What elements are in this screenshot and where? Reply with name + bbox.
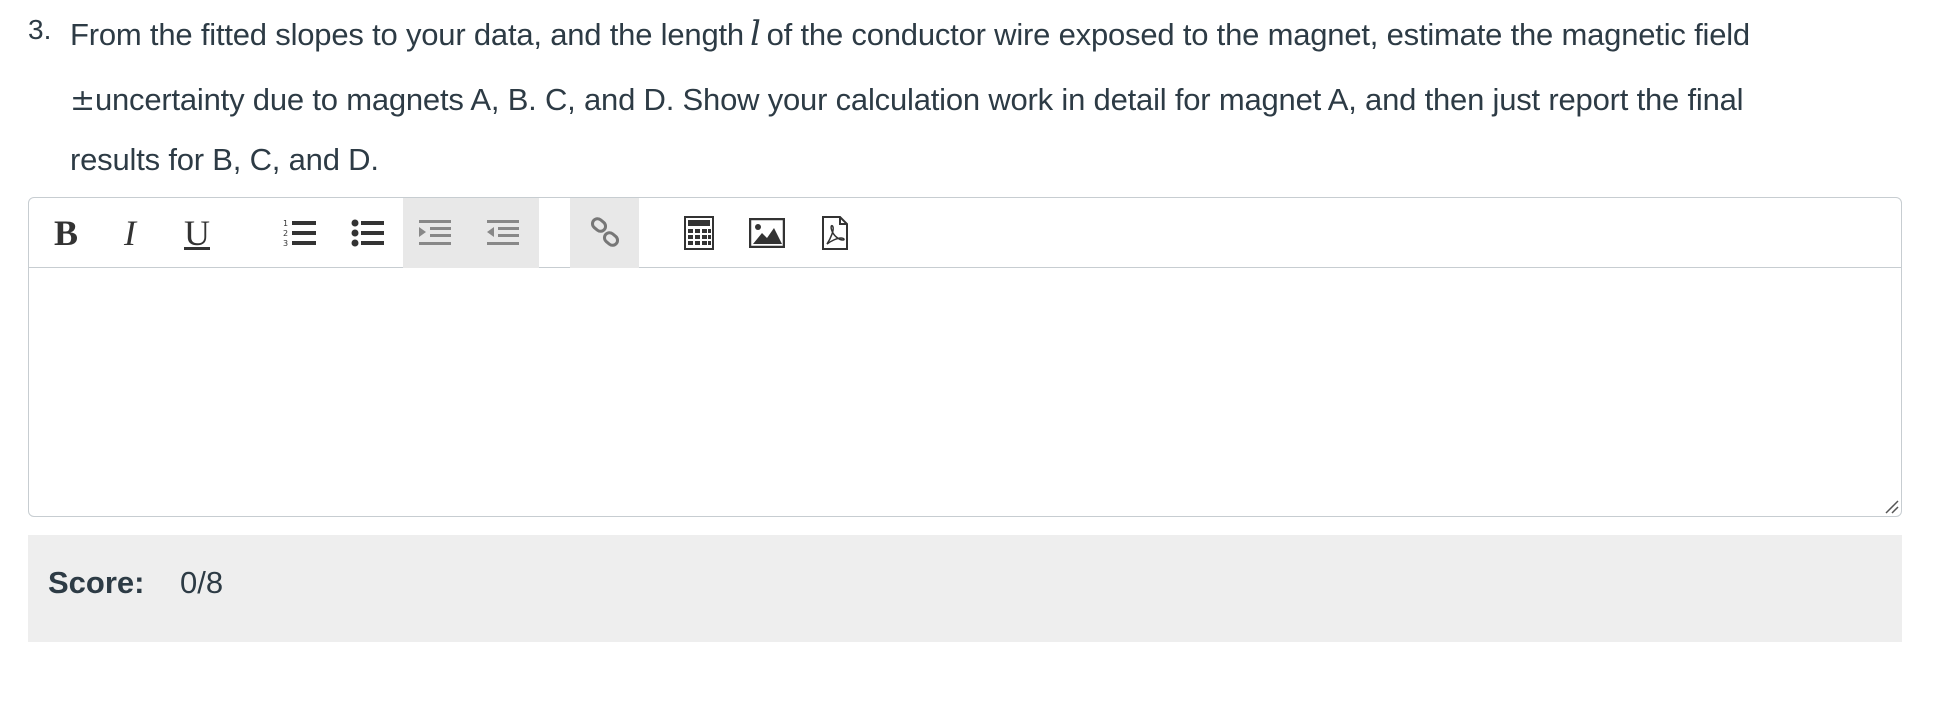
score-label: Score:: [48, 565, 145, 600]
question-text-part: of the conductor wire exposed to the mag…: [766, 17, 1751, 52]
score-bar: Score: 0/8: [28, 535, 1902, 642]
bullet-list-icon: [351, 219, 384, 247]
bold-button[interactable]: B: [41, 208, 91, 258]
svg-text:3: 3: [283, 239, 288, 248]
editor-toolbar: B I U 1 2 3: [29, 198, 1901, 268]
bullet-list-button[interactable]: [343, 208, 393, 258]
score-value: 0/8: [180, 565, 224, 600]
link-icon: [590, 217, 620, 247]
calculator-icon: [684, 216, 714, 250]
numbered-list-icon: 1 2 3: [283, 219, 316, 248]
question-text-part: uncertainty due to magnets A, B. C, and …: [94, 82, 1744, 117]
insert-image-button[interactable]: [742, 208, 792, 258]
insert-document-button[interactable]: [810, 208, 860, 258]
question-number: 3.: [28, 14, 52, 45]
image-icon: [749, 218, 785, 248]
outdent-button[interactable]: [478, 208, 528, 258]
underline-button[interactable]: U: [172, 208, 222, 258]
indent-button[interactable]: [410, 208, 460, 258]
indent-icon: [419, 220, 451, 245]
plus-minus-symbol: ±: [70, 83, 95, 118]
resize-handle-icon[interactable]: [1883, 498, 1899, 514]
rich-text-editor: B I U 1 2 3: [28, 197, 1902, 517]
pdf-document-icon: [822, 216, 848, 250]
question-text-line-1: From the fitted slopes to your data, and…: [70, 14, 1750, 54]
question-text-part: From the fitted slopes to your data, and…: [70, 17, 744, 52]
svg-text:1: 1: [283, 219, 288, 228]
question-text-line-3: results for B, C, and D.: [70, 142, 379, 177]
numbered-list-button[interactable]: 1 2 3: [275, 208, 325, 258]
outdent-icon: [487, 220, 519, 245]
italic-button[interactable]: I: [105, 208, 155, 258]
question-text-line-2: ±uncertainty due to magnets A, B. C, and…: [70, 82, 1744, 118]
equation-button[interactable]: [674, 208, 724, 258]
length-variable: l: [749, 14, 761, 54]
editor-text-area[interactable]: [29, 268, 1901, 516]
svg-text:2: 2: [283, 229, 288, 238]
link-button[interactable]: [580, 208, 630, 258]
